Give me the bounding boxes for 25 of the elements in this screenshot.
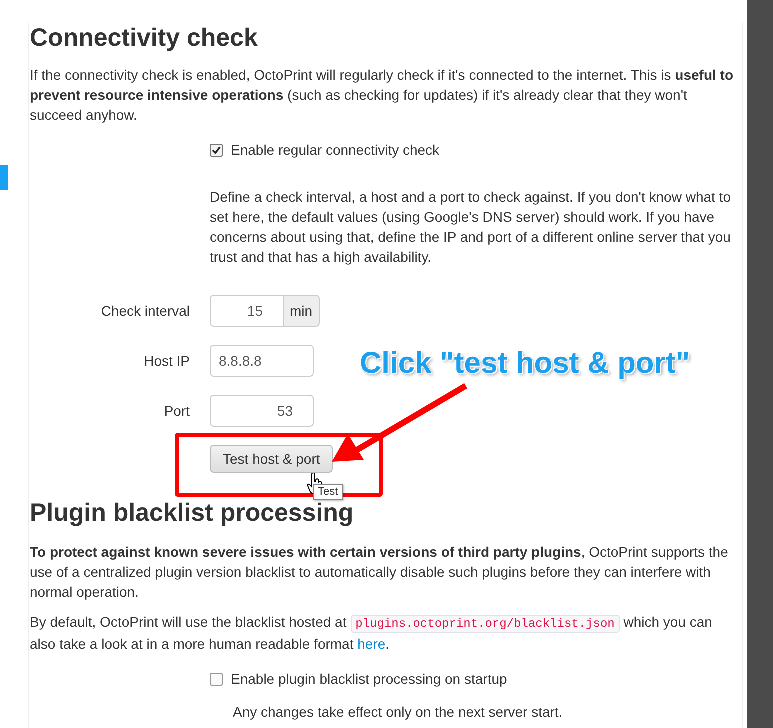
help-text: Define a check interval, a host and a port to check against. If you don't know what to set here, the default values (using Google's DNS server) should work. If you have concerns about using that, define the IP and port of a different online server that you trust and that has a high availability. (210, 188, 732, 267)
test-button[interactable]: Test host & port (210, 445, 334, 473)
checkmark-icon (212, 146, 221, 154)
input-field[interactable]: 8.8.8.8 (210, 345, 314, 377)
paragraph: By default, OctoPrint will use the blacklist hosted at plugins.octoprint.org/blacklist.json which you can also take a look at in a more human readable format here. (30, 613, 714, 654)
callout-text: Click "test host & port" (360, 346, 690, 382)
link[interactable]: here (358, 636, 386, 652)
field-label: Host IP (143, 352, 190, 371)
checkbox[interactable] (210, 672, 223, 686)
checkbox[interactable] (210, 144, 223, 156)
paragraph: To protect against known severe issues with certain versions of third party plugins, OctoPrint supports the use of a centralized plugin version blacklist to automatically disable such plugins before they can interfere with normal operation. (30, 543, 730, 602)
unit-addon: min (284, 295, 320, 327)
field-label: Check interval (100, 302, 190, 321)
field-label: Port (163, 402, 190, 421)
inline-code: plugins.octoprint.org/blacklist.json (350, 615, 620, 633)
section-heading: Plugin blacklist processing (30, 501, 354, 525)
paragraph: If the connectivity check is enabled, OctoPrint will regularly check if it's connected to the internet. This is useful to prevent resource intensive operations (such as checking for updates) if it's already clear that they won't succeed anyhow. (30, 66, 735, 125)
tooltip: Test (313, 484, 344, 500)
input-field[interactable]: 53 (210, 395, 314, 427)
checkbox-label: Enable regular connectivity check (231, 141, 440, 160)
help-text: Any changes take effect only on the next server start. (233, 703, 564, 722)
input-field[interactable]: 15 (210, 295, 284, 327)
checkbox-label: Enable plugin blacklist processing on startup (231, 670, 508, 689)
side-tab-marker (0, 165, 8, 190)
section-heading: Connectivity check (30, 23, 259, 53)
